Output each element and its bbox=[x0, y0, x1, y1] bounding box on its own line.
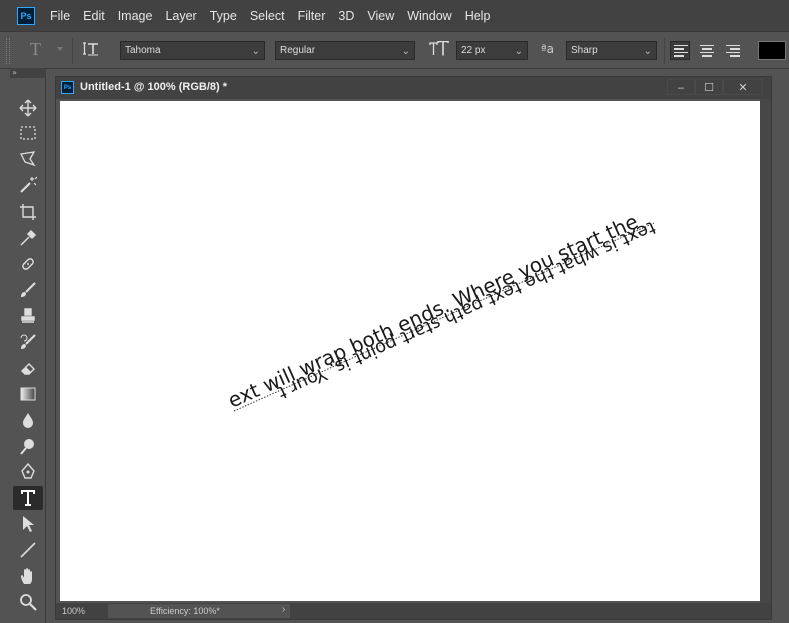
menu-file[interactable]: File bbox=[50, 9, 70, 23]
gradient-icon bbox=[20, 387, 36, 401]
status-bar: 100% Efficiency: 100%* › bbox=[56, 603, 771, 619]
menu-filter[interactable]: Filter bbox=[298, 9, 326, 23]
type-icon bbox=[21, 490, 35, 506]
menu-image[interactable]: Image bbox=[118, 9, 153, 23]
lasso-tool[interactable] bbox=[13, 147, 43, 171]
anti-alias-value: Sharp bbox=[571, 45, 598, 56]
collapse-panel-icon[interactable]: » bbox=[10, 68, 46, 78]
move-tool[interactable] bbox=[13, 96, 43, 120]
magic-wand-icon bbox=[20, 176, 37, 193]
align-right-button[interactable] bbox=[723, 41, 743, 60]
vertical-scrollbar[interactable] bbox=[760, 99, 771, 604]
window-controls: ‒ ☐ ✕ bbox=[667, 79, 763, 95]
magnifier-icon bbox=[20, 594, 37, 611]
font-style-select[interactable]: Regular ⌄ bbox=[275, 41, 415, 60]
polygonal-lasso-icon bbox=[20, 151, 36, 167]
font-size-icon bbox=[429, 40, 449, 62]
align-center-button[interactable] bbox=[697, 41, 717, 60]
bandage-icon bbox=[22, 258, 34, 270]
chevron-right-icon[interactable]: › bbox=[282, 604, 285, 615]
menu-window[interactable]: Window bbox=[407, 9, 451, 23]
move-icon bbox=[19, 99, 37, 117]
dodge-icon bbox=[20, 439, 34, 455]
menu-select[interactable]: Select bbox=[250, 9, 285, 23]
eraser-icon bbox=[21, 363, 35, 375]
font-family-value: Tahoma bbox=[125, 45, 161, 56]
menu-layer[interactable]: Layer bbox=[165, 9, 196, 23]
menu-view[interactable]: View bbox=[367, 9, 394, 23]
text-on-path[interactable]: ext will wrap both ends. Where you start… bbox=[60, 101, 760, 601]
chevron-down-icon: ⌄ bbox=[251, 46, 260, 57]
line-tool[interactable] bbox=[13, 538, 43, 562]
hand-icon bbox=[21, 568, 32, 584]
options-bar: T Tahoma ⌄ Regular ⌄ 22 px ⌄ ªa Sharp ⌄ bbox=[0, 31, 789, 69]
font-family-select[interactable]: Tahoma ⌄ bbox=[120, 41, 265, 60]
maximize-button[interactable]: ☐ bbox=[695, 79, 723, 95]
menu-type[interactable]: Type bbox=[210, 9, 237, 23]
options-bar-grip[interactable] bbox=[6, 38, 10, 64]
menu-edit[interactable]: Edit bbox=[83, 9, 105, 23]
font-size-select[interactable]: 22 px ⌄ bbox=[456, 41, 528, 60]
canvas[interactable]: ext will wrap both ends. Where you start… bbox=[60, 101, 760, 601]
hand-tool[interactable] bbox=[13, 564, 43, 588]
toggle-text-orientation-icon[interactable] bbox=[82, 41, 100, 61]
type-tool[interactable] bbox=[13, 486, 43, 510]
tools-panel: » bbox=[10, 68, 46, 623]
dodge-tool[interactable] bbox=[13, 434, 43, 458]
gradient-tool[interactable] bbox=[13, 382, 43, 406]
photoshop-logo-icon[interactable]: Ps bbox=[17, 6, 35, 25]
text-color-swatch[interactable] bbox=[758, 41, 786, 60]
close-button[interactable]: ✕ bbox=[723, 79, 763, 95]
eraser-tool[interactable] bbox=[13, 356, 43, 380]
chevron-down-icon: ⌄ bbox=[401, 46, 410, 57]
marquee-tool[interactable] bbox=[13, 121, 43, 145]
clone-stamp-tool[interactable] bbox=[13, 304, 43, 328]
chevron-down-icon: ⌄ bbox=[643, 46, 652, 57]
zoom-level[interactable]: 100% bbox=[62, 605, 106, 617]
arrow-cursor-icon bbox=[23, 516, 34, 532]
zoom-tool[interactable] bbox=[13, 590, 43, 614]
menu-help[interactable]: Help bbox=[465, 9, 491, 23]
history-brush-icon bbox=[20, 334, 36, 349]
document-window: Ps Untitled-1 @ 100% (RGB/8) * ‒ ☐ ✕ ext… bbox=[55, 76, 772, 620]
healing-brush-tool[interactable] bbox=[13, 252, 43, 276]
line-icon bbox=[20, 542, 36, 558]
font-style-value: Regular bbox=[280, 45, 316, 56]
tool-preset-type-icon[interactable]: T bbox=[30, 39, 41, 60]
crop-tool[interactable] bbox=[13, 200, 43, 224]
crop-icon bbox=[20, 204, 36, 220]
menu-3d[interactable]: 3D bbox=[338, 9, 354, 23]
path-selection-tool[interactable] bbox=[13, 512, 43, 536]
droplet-icon bbox=[23, 413, 33, 428]
divider bbox=[664, 38, 665, 64]
font-size-value: 22 px bbox=[461, 45, 486, 56]
document-tab[interactable]: Ps Untitled-1 @ 100% (RGB/8) * ‒ ☐ ✕ bbox=[56, 77, 771, 99]
history-brush-tool[interactable] bbox=[13, 330, 43, 354]
brush-tool[interactable] bbox=[13, 278, 43, 302]
align-left-button[interactable] bbox=[670, 41, 690, 60]
path-text-lower[interactable]: text is what the text path start point i… bbox=[274, 216, 658, 402]
eyedropper-icon bbox=[20, 229, 37, 246]
eyedropper-tool[interactable] bbox=[13, 226, 43, 250]
brush-icon bbox=[21, 282, 36, 297]
pen-tool[interactable] bbox=[13, 460, 43, 484]
minimize-button[interactable]: ‒ bbox=[667, 79, 695, 95]
pen-icon bbox=[21, 463, 35, 479]
photoshop-document-icon: Ps bbox=[61, 81, 74, 94]
document-title: Untitled-1 @ 100% (RGB/8) * bbox=[80, 81, 228, 93]
divider bbox=[72, 38, 73, 64]
anti-alias-icon: ªa bbox=[541, 42, 555, 56]
efficiency-readout[interactable]: Efficiency: 100%* bbox=[108, 604, 290, 618]
rectangle-marquee-icon bbox=[20, 126, 36, 140]
stamp-icon bbox=[21, 308, 35, 323]
chevron-down-icon: ⌄ bbox=[514, 46, 523, 57]
menu-bar: Ps File Edit Image Layer Type Select Fil… bbox=[0, 0, 789, 31]
blur-tool[interactable] bbox=[13, 408, 43, 432]
efficiency-text: Efficiency: 100%* bbox=[150, 606, 220, 616]
tool-preset-chevron-down-icon[interactable] bbox=[57, 47, 63, 51]
magic-wand-tool[interactable] bbox=[13, 173, 43, 197]
anti-alias-select[interactable]: Sharp ⌄ bbox=[566, 41, 657, 60]
